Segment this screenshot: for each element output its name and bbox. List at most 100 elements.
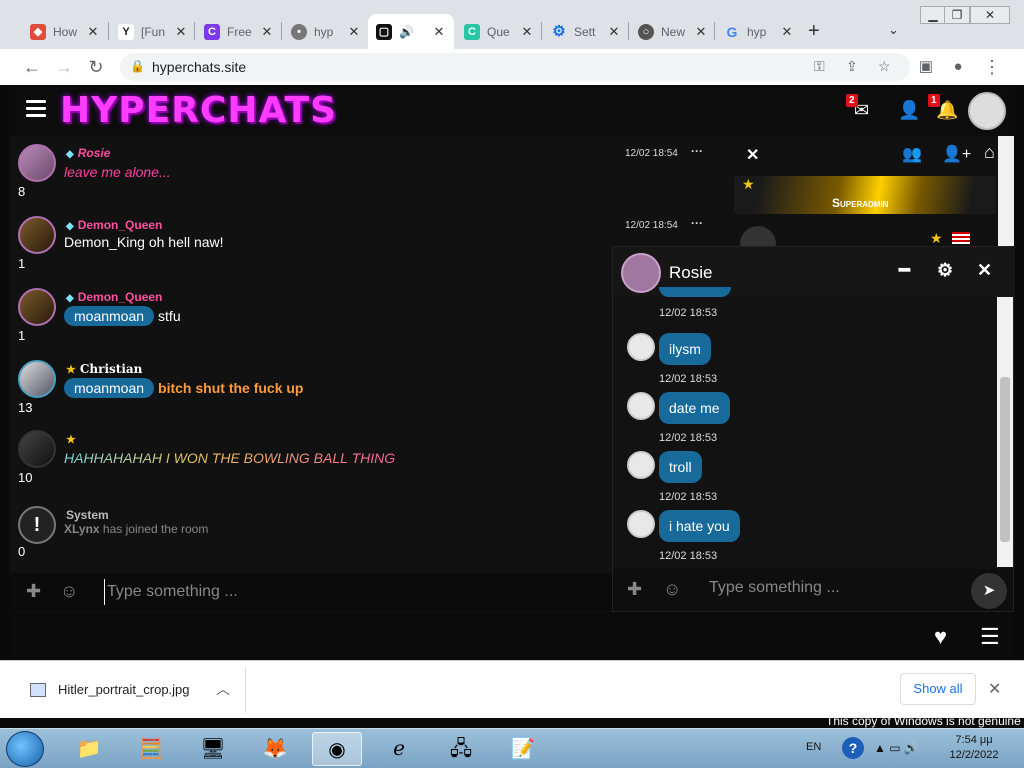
close-icon[interactable]: ✕ (977, 260, 992, 281)
username[interactable]: ★ (66, 432, 80, 446)
notifications-bell-icon[interactable]: 🔔 1 (928, 94, 958, 121)
close-tab-icon[interactable]: ✕ (174, 24, 188, 40)
internet-explorer-icon[interactable]: ℯ (374, 732, 424, 766)
add-friend-icon[interactable]: 👤+ (942, 144, 971, 164)
minimize-window-button[interactable]: ▁ (920, 6, 946, 24)
avatar[interactable] (18, 144, 56, 182)
main-message-input[interactable]: Type something ... (104, 579, 604, 605)
system-clock[interactable]: 7:54 μμ 12/2/2022 (944, 733, 1004, 763)
username[interactable]: ★ Christian (66, 362, 142, 376)
google-icon: G (726, 23, 738, 40)
tab-9[interactable]: G hyp ✕ (716, 14, 802, 49)
emoji-icon[interactable]: ☺ (663, 579, 681, 600)
plus-icon[interactable]: ✚ (627, 579, 642, 600)
download-filename[interactable]: Hitler_portrait_crop.jpg (58, 682, 190, 697)
remote-desktop-icon[interactable]: 🖥 (188, 732, 238, 766)
back-button[interactable]: ← (20, 55, 44, 79)
close-tab-icon[interactable]: ✕ (347, 24, 361, 40)
heart-icon[interactable]: ♥ (934, 624, 947, 650)
username[interactable]: System (66, 508, 109, 522)
tab-4[interactable]: • hyp ✕ (283, 14, 369, 49)
message-options-icon[interactable]: ··· (691, 216, 703, 230)
close-tab-icon[interactable]: ✕ (86, 24, 100, 40)
key-icon[interactable]: ⚿ (814, 58, 825, 75)
main-menu-icon[interactable] (26, 100, 46, 121)
tab-6[interactable]: C Que ✕ (456, 14, 542, 49)
username[interactable]: ◆ Demon_Queen (66, 290, 162, 304)
network-icon[interactable]: 🖧 (436, 732, 486, 766)
private-messages-icon[interactable]: ✉ 2 (846, 94, 869, 121)
scrollbar-thumb[interactable] (1000, 377, 1010, 542)
profile-icon[interactable]: ● (946, 55, 970, 79)
url-text[interactable]: hyperchats.site (152, 59, 246, 75)
home-icon[interactable]: ⌂ (984, 142, 995, 163)
user-icon[interactable]: 👤 (898, 100, 920, 121)
chevron-up-icon[interactable]: ︿ (216, 679, 230, 699)
private-message-input[interactable]: Type something ... (709, 579, 840, 597)
help-icon[interactable]: ? (842, 737, 864, 759)
close-tab-icon[interactable]: ✕ (694, 24, 708, 40)
emoji-icon[interactable]: ☺ (60, 581, 78, 602)
avatar[interactable] (621, 253, 661, 293)
forward-button[interactable]: → (52, 55, 76, 79)
close-download-bar-icon[interactable]: ✕ (988, 679, 1001, 699)
avatar[interactable] (18, 288, 56, 326)
menu-icon[interactable]: ☰ (980, 624, 1000, 650)
avatar[interactable] (627, 333, 655, 361)
tab-3[interactable]: C Free ✕ (196, 14, 282, 49)
tab-2[interactable]: Y [Fun ✕ (110, 14, 196, 49)
username[interactable]: ◆ Demon_Queen (66, 218, 162, 232)
avatar[interactable] (627, 392, 655, 420)
send-icon[interactable]: ➤ (971, 573, 1007, 609)
close-window-button[interactable]: ✕ (970, 6, 1010, 24)
maximize-window-button[interactable]: ❐ (944, 6, 970, 24)
settings-gear-icon[interactable]: ⚙ (937, 260, 953, 281)
message-options-icon[interactable]: ··· (691, 144, 703, 158)
close-tab-icon[interactable]: ✕ (432, 24, 446, 40)
avatar[interactable] (18, 360, 56, 398)
audio-playing-icon[interactable]: 🔊 (399, 25, 432, 39)
close-tab-icon[interactable]: ✕ (607, 24, 621, 40)
kebab-menu-icon[interactable]: ⋮ (980, 55, 1004, 79)
mention-pill[interactable]: moanmoan (64, 306, 155, 326)
avatar[interactable] (627, 510, 655, 538)
language-indicator[interactable]: EN (806, 741, 821, 753)
reload-button[interactable]: ↻ (84, 55, 108, 79)
tab-search-chevron-icon[interactable]: ⌄ (888, 22, 899, 38)
address-bar[interactable]: 🔒 hyperchats.site ⚿ ⇪ ☆ (120, 53, 910, 81)
my-avatar[interactable] (968, 92, 1006, 130)
username[interactable]: ◆ Rosie (66, 146, 110, 160)
close-tab-icon[interactable]: ✕ (520, 24, 534, 40)
avatar[interactable] (18, 216, 56, 254)
start-button[interactable] (6, 731, 44, 767)
tab-active-hyperchats[interactable]: ▢ 🔊 ✕ (368, 14, 454, 49)
close-tab-icon[interactable]: ✕ (260, 24, 274, 40)
private-chat-scrollbar[interactable] (997, 297, 1013, 567)
lock-icon[interactable]: 🔒 (130, 59, 145, 73)
firefox-icon[interactable]: 🦊 (250, 732, 300, 766)
new-tab-button[interactable]: + (808, 20, 820, 43)
site-logo[interactable]: HYPERCHATS (60, 90, 337, 131)
share-icon[interactable]: ⇪ (846, 58, 858, 75)
chrome-icon[interactable]: ◉ (312, 732, 362, 766)
minimize-icon[interactable]: ━ (899, 260, 910, 281)
calculator-icon[interactable]: 🧮 (126, 732, 176, 766)
superadmin-user-row[interactable]: ★ Superadmin (734, 176, 996, 214)
notepad-plus-icon[interactable]: 📝 (498, 732, 548, 766)
close-tab-icon[interactable]: ✕ (780, 24, 794, 40)
plus-icon[interactable]: ✚ (26, 581, 41, 602)
bookmark-star-icon[interactable]: ☆ (878, 58, 891, 75)
tab-1[interactable]: ◆ How ✕ (22, 14, 108, 49)
avatar[interactable] (627, 451, 655, 479)
tray-icons[interactable]: ▲ ▭ 🔊 (874, 741, 919, 755)
mention-pill[interactable]: moanmoan (64, 378, 155, 398)
friends-icon[interactable]: 👥 (902, 144, 922, 164)
tab-7[interactable]: ⚙ Sett ✕ (543, 14, 629, 49)
tab-8[interactable]: ○ New ✕ (630, 14, 716, 49)
private-chat-name[interactable]: Rosie (669, 263, 712, 283)
show-all-button[interactable]: Show all (900, 673, 976, 705)
side-panel-icon[interactable]: ▣ (914, 55, 938, 79)
explorer-icon[interactable]: 📁 (64, 732, 114, 766)
close-panel-icon[interactable]: ✕ (746, 145, 759, 165)
avatar[interactable] (18, 430, 56, 468)
